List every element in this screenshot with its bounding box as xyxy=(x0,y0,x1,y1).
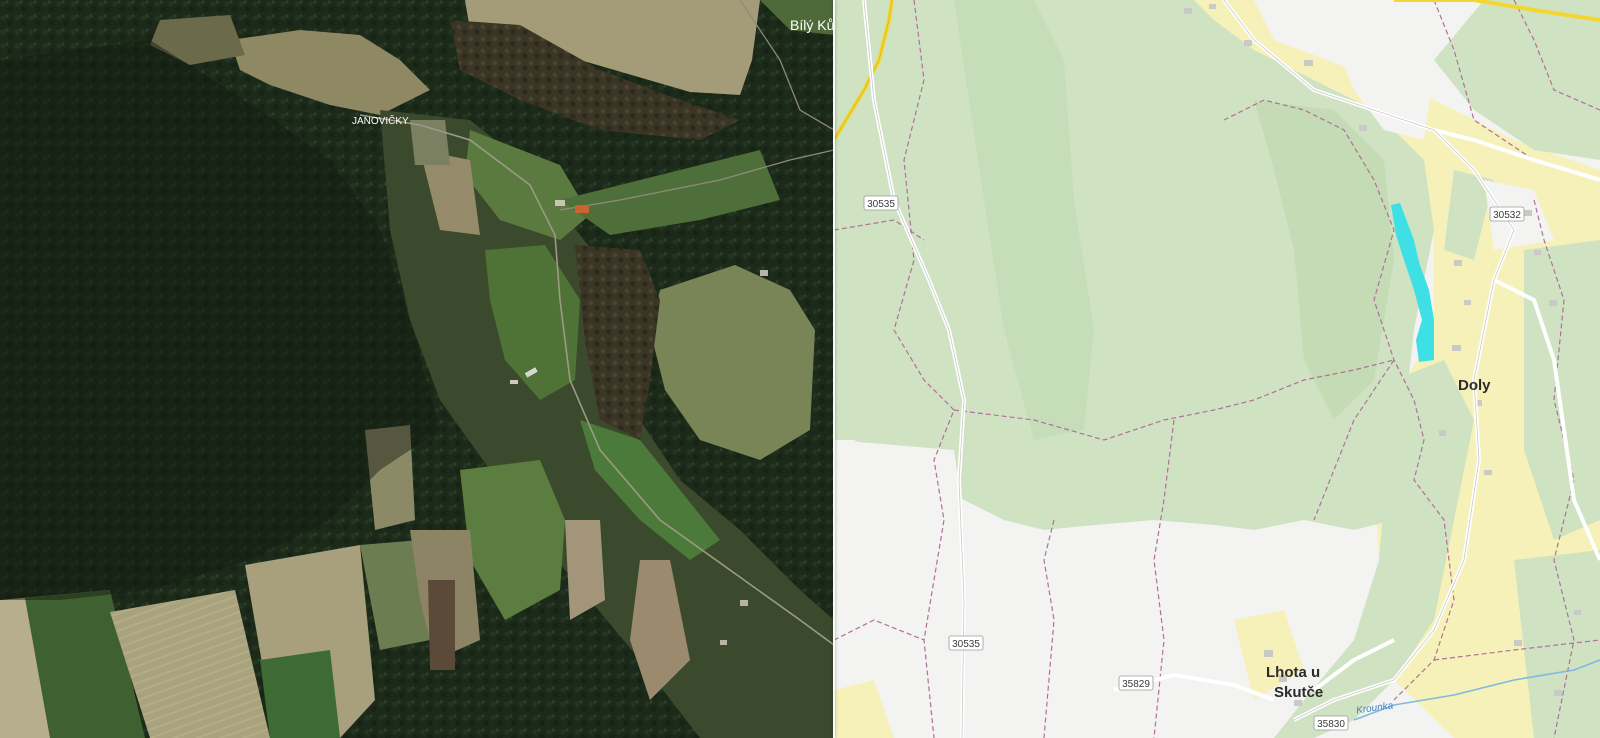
building xyxy=(720,640,727,645)
building xyxy=(555,200,565,206)
svg-text:35830: 35830 xyxy=(1317,719,1345,730)
road-shield: 30535 xyxy=(863,195,899,211)
map-canvas: 30535 30532 30535 35829 35830 Doly Lhota… xyxy=(834,0,1600,738)
building xyxy=(510,380,518,384)
place-label-bily-kun: Bílý Ků xyxy=(790,17,834,33)
satellite-image: JANOVIČKY Bílý Ků xyxy=(0,0,834,738)
building xyxy=(575,205,589,213)
road-shield: 35829 xyxy=(1118,675,1154,691)
map-pane[interactable]: 30535 30532 30535 35829 35830 Doly Lhota… xyxy=(834,0,1600,738)
field xyxy=(428,580,455,670)
svg-text:35829: 35829 xyxy=(1122,679,1150,690)
place-label-doly: Doly xyxy=(1458,377,1491,394)
split-divider[interactable] xyxy=(833,0,835,738)
road-shield: 30532 xyxy=(1489,206,1525,222)
svg-text:30532: 30532 xyxy=(1493,210,1521,221)
road-shield: 35830 xyxy=(1313,715,1349,731)
field xyxy=(260,650,340,738)
building xyxy=(740,600,748,606)
split-map-view: JANOVIČKY Bílý Ků 30535 30532 30535 3582… xyxy=(0,0,1600,738)
field xyxy=(410,120,450,165)
place-label-lhota: Lhota u xyxy=(1266,664,1320,681)
building xyxy=(760,270,768,276)
satellite-pane[interactable]: JANOVIČKY Bílý Ků xyxy=(0,0,834,738)
svg-text:30535: 30535 xyxy=(952,639,980,650)
place-label-janovicky: JANOVIČKY xyxy=(352,114,409,127)
place-label-skutce: Skutče xyxy=(1274,684,1323,701)
svg-text:30535: 30535 xyxy=(867,199,895,210)
road-shield: 30535 xyxy=(948,635,984,651)
